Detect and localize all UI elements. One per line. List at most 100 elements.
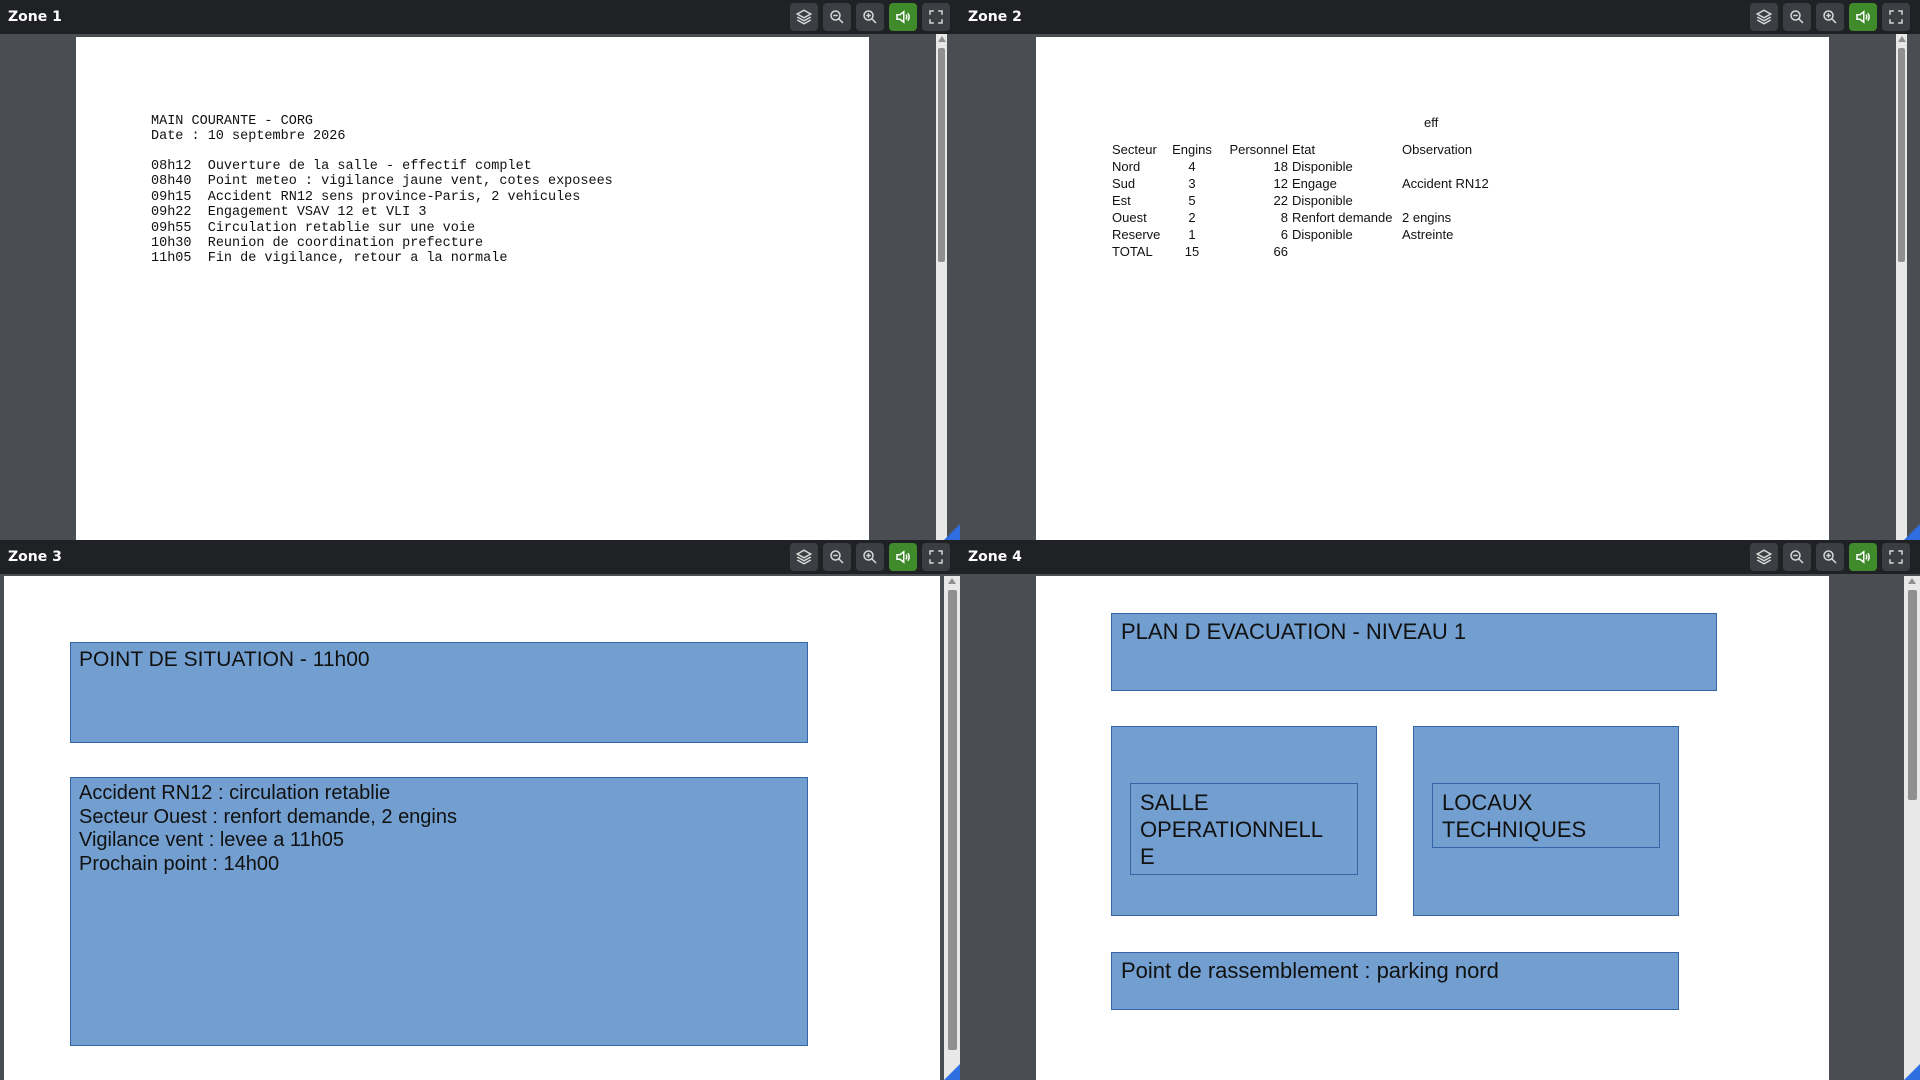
table-cell[interactable]: 6 xyxy=(1218,226,1290,243)
zoom-in-button[interactable] xyxy=(1816,3,1844,31)
zone-3-panel: Zone 3 POINT DE SITUATION - 11h00 Accide… xyxy=(0,540,960,1080)
room-operations-label-frame: SALLE OPERATIONNELL E xyxy=(1130,783,1358,875)
table-cell[interactable]: Disponible xyxy=(1290,226,1400,243)
log-entry: 08h12 Ouverture de la salle - effectif c… xyxy=(151,159,613,174)
table-cell[interactable]: 1 xyxy=(1166,226,1218,243)
table-cell[interactable] xyxy=(1400,243,1514,260)
table-cell[interactable]: 4 xyxy=(1166,158,1218,175)
table-cell[interactable]: 22 xyxy=(1218,192,1290,209)
zoom-in-button[interactable] xyxy=(856,543,884,571)
layers-icon xyxy=(795,9,813,25)
layers-button[interactable] xyxy=(1750,543,1778,571)
slide-line: Vigilance vent : levee a 11h05 xyxy=(79,829,345,852)
log-entry-time: 08h12 xyxy=(151,159,192,174)
table-cell[interactable]: Renfort demande xyxy=(1290,209,1400,226)
column-header: Personnel xyxy=(1229,142,1288,157)
sheet-top-cell: eff xyxy=(1424,115,1439,130)
room-technical-label: LOCAUX TECHNIQUES xyxy=(1442,790,1587,842)
layers-button[interactable] xyxy=(790,543,818,571)
table-cell[interactable]: Astreinte xyxy=(1400,226,1514,243)
zone-4-scrollbar[interactable] xyxy=(1904,576,1920,1080)
scroll-thumb[interactable] xyxy=(948,590,957,1050)
table-cell[interactable]: Disponible xyxy=(1290,158,1400,175)
zone-2-resize-corner[interactable] xyxy=(1904,524,1920,540)
audio-button[interactable] xyxy=(1849,543,1877,571)
fullscreen-button[interactable] xyxy=(922,3,950,31)
table-cell[interactable]: 66 xyxy=(1218,243,1290,260)
table-cell[interactable]: Ouest xyxy=(1110,209,1166,226)
table-cell[interactable]: Accident RN12 xyxy=(1400,175,1514,192)
zoom-out-button[interactable] xyxy=(1783,3,1811,31)
scroll-up-arrow[interactable] xyxy=(1898,36,1906,42)
log-entry-gap xyxy=(192,205,208,220)
zoom-out-button[interactable] xyxy=(1783,543,1811,571)
zone-1-resize-corner[interactable] xyxy=(944,524,960,540)
table-cell[interactable]: Sud xyxy=(1110,175,1166,192)
table-cell[interactable]: Est xyxy=(1110,192,1166,209)
fullscreen-icon xyxy=(929,10,943,24)
scroll-up-arrow[interactable] xyxy=(938,36,946,42)
audio-button[interactable] xyxy=(889,543,917,571)
table-row: Ouest 2 8 Renfort demande 2 engins xyxy=(1110,209,1514,226)
scroll-up-arrow[interactable] xyxy=(948,578,956,584)
fullscreen-button[interactable] xyxy=(922,543,950,571)
spreadsheet-page: eff Secteur Engins Personnel Etat Observ… xyxy=(1036,37,1829,540)
table-cell[interactable]: Engage xyxy=(1290,175,1400,192)
zone-4-viewer[interactable]: PLAN D EVACUATION - NIVEAU 1 SALLE OPERA… xyxy=(960,576,1920,1080)
layers-button[interactable] xyxy=(790,3,818,31)
plan-title: PLAN D EVACUATION - NIVEAU 1 xyxy=(1121,619,1467,644)
table-cell[interactable]: 15 xyxy=(1166,243,1218,260)
zoom-out-icon xyxy=(830,550,844,564)
table-cell[interactable] xyxy=(1400,192,1514,209)
audio-button[interactable] xyxy=(889,3,917,31)
speaker-icon xyxy=(1856,10,1870,24)
log-entry: 09h55 Circulation retablie sur une voie xyxy=(151,221,613,236)
fullscreen-button[interactable] xyxy=(1882,543,1910,571)
scroll-up-arrow[interactable] xyxy=(1908,578,1916,584)
table-cell[interactable]: 3 xyxy=(1166,175,1218,192)
scroll-thumb[interactable] xyxy=(1908,590,1917,800)
zoom-out-button[interactable] xyxy=(823,3,851,31)
zone-3-resize-corner[interactable] xyxy=(944,1064,960,1080)
zoom-in-button[interactable] xyxy=(1816,543,1844,571)
scroll-thumb[interactable] xyxy=(938,48,945,262)
scroll-thumb[interactable] xyxy=(1898,48,1905,262)
zone-3-viewer[interactable]: POINT DE SITUATION - 11h00 Accident RN12… xyxy=(0,576,960,1080)
table-cell[interactable]: Nord xyxy=(1110,158,1166,175)
fullscreen-icon xyxy=(1889,550,1903,564)
zoom-out-icon xyxy=(830,10,844,24)
zone-1-scrollbar[interactable] xyxy=(936,34,947,540)
table-cell[interactable]: Disponible xyxy=(1290,192,1400,209)
zone-3-scrollbar[interactable] xyxy=(944,576,960,1080)
table-cell[interactable]: 5 xyxy=(1166,192,1218,209)
zoom-in-icon xyxy=(1823,10,1837,24)
log-entry-text: Ouverture de la salle - effectif complet xyxy=(207,159,532,174)
layers-button[interactable] xyxy=(1750,3,1778,31)
table-cell[interactable]: Reserve xyxy=(1110,226,1166,243)
table-cell[interactable]: 18 xyxy=(1218,158,1290,175)
zone-2-viewer[interactable]: eff Secteur Engins Personnel Etat Observ… xyxy=(960,34,1920,540)
table-cell[interactable]: 12 xyxy=(1218,175,1290,192)
slide-line: Secteur Ouest : renfort demande, 2 engin… xyxy=(79,805,457,828)
zoom-in-button[interactable] xyxy=(856,3,884,31)
zone-4-resize-corner[interactable] xyxy=(1904,1064,1920,1080)
table-cell[interactable]: 2 xyxy=(1166,209,1218,226)
table-header-row: Secteur Engins Personnel Etat Observatio… xyxy=(1110,141,1514,158)
layers-icon xyxy=(1755,549,1773,565)
audio-button[interactable] xyxy=(1849,3,1877,31)
zoom-out-button[interactable] xyxy=(823,543,851,571)
table-cell[interactable] xyxy=(1400,158,1514,175)
table-cell[interactable]: 8 xyxy=(1218,209,1290,226)
fullscreen-button[interactable] xyxy=(1882,3,1910,31)
table-cell[interactable] xyxy=(1290,243,1400,260)
column-header: Secteur xyxy=(1112,142,1157,157)
table-cell[interactable]: TOTAL xyxy=(1110,243,1166,260)
zoom-in-icon xyxy=(1823,550,1837,564)
zone-2-titlebar: Zone 2 xyxy=(960,0,1920,34)
zone-2-scrollbar[interactable] xyxy=(1896,34,1907,540)
table-cell[interactable]: 2 engins xyxy=(1400,209,1514,226)
zone-1-titlebar: Zone 1 xyxy=(0,0,960,34)
zone-1-viewer[interactable]: MAIN COURANTE - CORG Date : 10 septembre… xyxy=(0,34,960,540)
zone-1-toolbar xyxy=(790,3,950,31)
speaker-icon xyxy=(896,550,910,564)
